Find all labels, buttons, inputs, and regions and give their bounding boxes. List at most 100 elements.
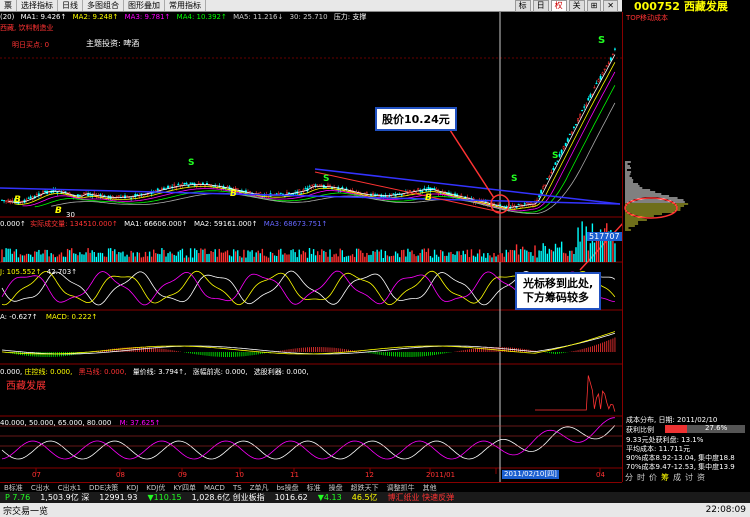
num-30: 30 [66, 211, 75, 219]
volume-bar [304, 252, 307, 262]
volume-bar [134, 256, 136, 262]
tab-chips[interactable]: 筹 [661, 472, 669, 483]
x-date-3: 10 [235, 471, 244, 479]
candle-body [195, 184, 198, 187]
panel-tabs: 分 时 价 筹 成 讨 资 [625, 472, 705, 483]
ma5-value: MA5: 11.216↓ [233, 13, 284, 21]
volume-bar [91, 250, 93, 262]
volume-bar [273, 255, 276, 262]
volume-bar [349, 255, 352, 262]
profit-label: 获利比例 [626, 426, 654, 434]
indicator-tab[interactable]: 调整抓牛 [383, 483, 419, 493]
buy-mark: B [230, 189, 237, 199]
volume-bar [150, 256, 153, 262]
buy-mark: B [55, 206, 62, 216]
volume-bar [472, 255, 475, 262]
toolbar-item-overlay[interactable]: 图形叠加 [124, 0, 165, 11]
volume-bar [296, 257, 298, 262]
volume-bar [589, 243, 592, 262]
volume-bar [112, 251, 114, 262]
macd-a: A: -0.627↑ [0, 313, 38, 321]
volume-bar [581, 221, 583, 262]
tab-minute[interactable]: 分 [625, 472, 633, 483]
volume-bar [140, 257, 143, 262]
indicator-tab[interactable]: B标准 [0, 483, 27, 493]
toolbar-item-common-indicators[interactable]: 常用指标 [165, 0, 206, 11]
ticker-item: 12991.93 [99, 493, 138, 502]
volume-bar [189, 248, 192, 262]
indicator-tab[interactable]: KY四单 [169, 483, 200, 493]
volume-bar [239, 256, 241, 262]
indicator-tab[interactable]: DDE决策 [85, 483, 122, 493]
tab-price[interactable]: 价 [649, 472, 657, 483]
candle-body [593, 87, 596, 89]
volume-bar [93, 252, 95, 262]
candle-body [587, 98, 590, 101]
chart-canvas[interactable] [0, 12, 622, 482]
candle-body [392, 193, 395, 195]
toolbar-item-daily[interactable]: 日线 [58, 0, 83, 11]
indicator-tab[interactable]: MACD [200, 484, 229, 492]
tab-discuss[interactable]: 讨 [685, 472, 693, 483]
toolbar-item-ticket[interactable]: 票 [0, 0, 17, 11]
tab-funds[interactable]: 资 [697, 472, 705, 483]
close-panel-button[interactable]: 关 [568, 0, 585, 12]
grid-icon[interactable]: ⊞ [586, 0, 602, 12]
volume-bar [62, 256, 65, 262]
volume-bar [85, 252, 87, 262]
volume-bar [249, 251, 251, 262]
volume-bar [536, 257, 538, 262]
macd-line [1, 332, 616, 355]
indicator-tab[interactable]: C出水 [27, 483, 54, 493]
tab-time[interactable]: 时 [637, 472, 645, 483]
x-date-6: 2011/01 [426, 471, 456, 479]
candle-body [568, 133, 571, 136]
rights-button[interactable]: 权 [550, 0, 567, 12]
volume-bar [456, 251, 458, 262]
volume-bar [77, 255, 79, 262]
candle-body [597, 79, 600, 82]
volume-bar [493, 252, 495, 262]
volume-bar [390, 256, 393, 262]
status-left[interactable]: 宗交易一览 [0, 504, 48, 517]
volume-bar [380, 249, 382, 262]
price-callout: 股价10.24元 [375, 107, 457, 131]
indicator-tab[interactable]: 超跌天下 [347, 483, 383, 493]
indicator-tab[interactable]: bs操盘 [272, 483, 302, 493]
indicator-tab[interactable]: KDJ [122, 484, 142, 492]
indicator-tab[interactable]: Z单凡 [246, 483, 273, 493]
volume-bar [226, 250, 229, 262]
indicator-tab[interactable]: TS [229, 484, 246, 492]
volume-bar [556, 247, 559, 262]
toolbar-item-multi-chart[interactable]: 多图组合 [83, 0, 124, 11]
indicator-tab[interactable]: 其他 [419, 483, 441, 493]
indicator-tab[interactable]: KDJ优 [142, 483, 169, 493]
mark-button[interactable]: 标 [514, 0, 531, 12]
volume-bar [440, 249, 442, 262]
volume-bar [499, 253, 501, 262]
close-icon[interactable]: ✕ [603, 0, 618, 12]
last-a: 40.000, 50.000, 65.000, 80.000 [0, 419, 112, 427]
ma-prefix: (20) [0, 13, 15, 21]
volume-bar [374, 251, 376, 262]
volume-bar [341, 250, 343, 262]
ticker-item: 1,503.9亿 深 [40, 493, 90, 502]
volume-bar [56, 256, 59, 262]
indicator-tab[interactable]: C出水1 [54, 483, 85, 493]
candle-body [275, 193, 278, 195]
volume-bar [11, 253, 13, 262]
indicator-tab[interactable]: 标准 [303, 483, 325, 493]
volume-bar [368, 255, 370, 262]
day-button[interactable]: 日 [532, 0, 549, 12]
tab-cost[interactable]: 成 [673, 472, 681, 483]
volume-bar [155, 253, 157, 262]
volume-bar [198, 253, 200, 262]
indicator-tab[interactable]: 操盘 [325, 483, 347, 493]
volume-bar [206, 254, 208, 262]
candle-body [5, 200, 8, 202]
chart-area[interactable]: (20) MA1: 9.426↑ MA2: 9.248↑ MA3: 9.781↑… [0, 12, 622, 482]
ticker-item: 1016.62 [274, 493, 308, 502]
volume-bar [265, 256, 268, 262]
volume-bar [298, 249, 300, 262]
toolbar-item-select-indicator[interactable]: 选择指标 [17, 0, 58, 11]
